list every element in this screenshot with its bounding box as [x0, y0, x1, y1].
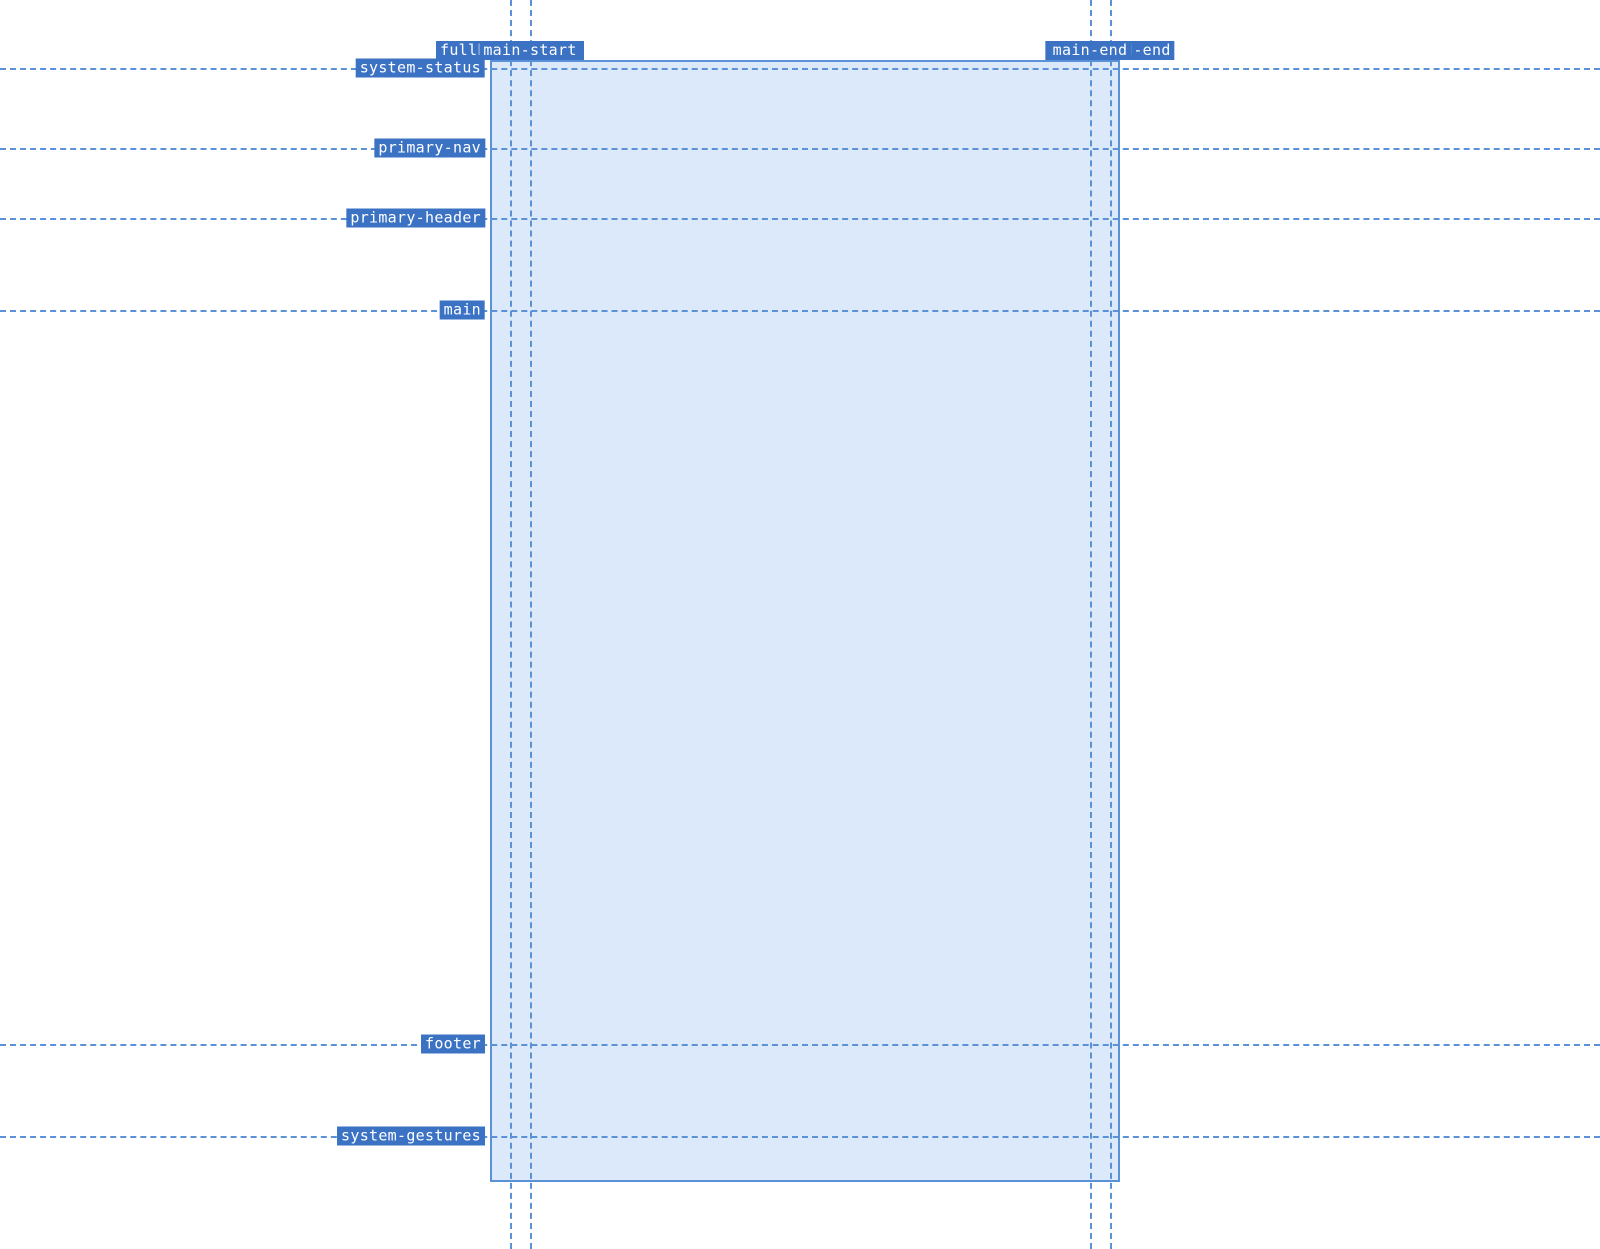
row-label-main: main [440, 301, 485, 320]
col-line-main-start [530, 0, 532, 1249]
layout-grid-diagram: system-status primary-nav primary-header ma… [0, 0, 1600, 1249]
col-label-main-end: main-end [1049, 41, 1132, 60]
row-label-primary-header: primary-header [346, 209, 485, 228]
row-line-primary-header [0, 218, 1600, 220]
row-line-primary-nav [0, 148, 1600, 150]
row-label-primary-nav: primary-nav [374, 139, 485, 158]
row-line-system-gestures [0, 1136, 1600, 1138]
row-label-system-gestures: system-gestures [337, 1127, 485, 1146]
col-line-fullbleed-start [510, 0, 512, 1249]
row-line-system-status [0, 68, 1600, 70]
row-line-footer [0, 1044, 1600, 1046]
col-label-main-start: main-start [479, 41, 580, 60]
col-line-fullbleed-end [1110, 0, 1112, 1249]
row-label-footer: footer [421, 1035, 485, 1054]
col-line-main-end [1090, 0, 1092, 1249]
row-line-main [0, 310, 1600, 312]
row-label-system-status: system-status [356, 59, 485, 78]
device-frame [490, 60, 1120, 1182]
